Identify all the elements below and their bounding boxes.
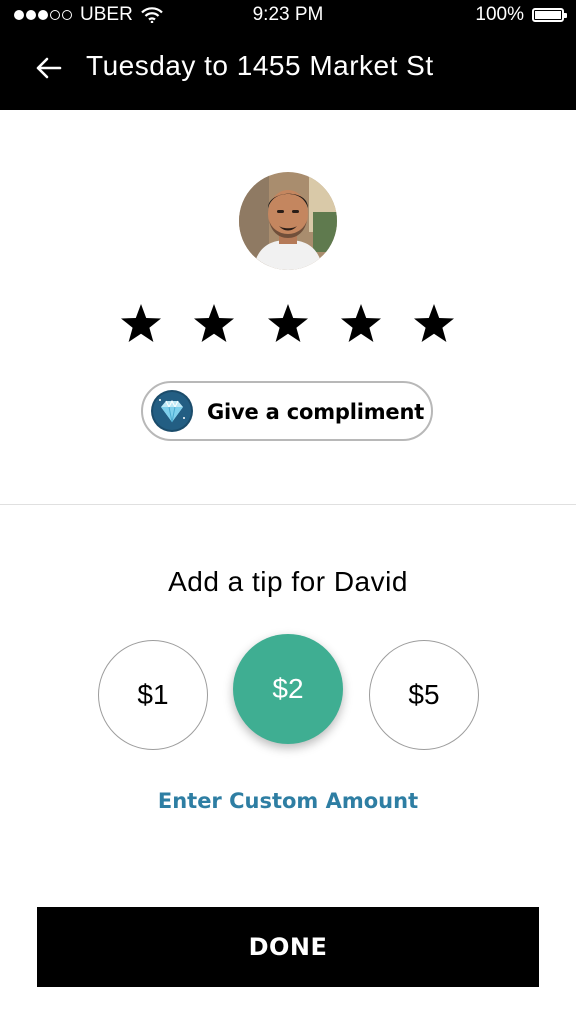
section-divider: [0, 504, 576, 505]
rating-stars: [0, 302, 576, 352]
give-compliment-button[interactable]: Give a compliment: [141, 381, 433, 441]
tip-option-1[interactable]: $1: [98, 640, 208, 750]
battery-percent: 100%: [475, 4, 524, 25]
star-icon[interactable]: [339, 302, 383, 346]
star-icon[interactable]: [412, 302, 456, 346]
navigation-bar: Tuesday to 1455 Market St: [0, 40, 576, 96]
top-bar: UBER 9:23 PM 100% Tuesday to 1455 Market…: [0, 0, 576, 110]
driver-avatar: [239, 172, 337, 270]
tip-option-5[interactable]: $5: [369, 640, 479, 750]
status-bar: UBER 9:23 PM 100%: [0, 0, 576, 30]
arrow-left-icon: [36, 57, 62, 79]
done-button[interactable]: DONE: [37, 907, 539, 987]
diamond-icon: [151, 390, 193, 432]
page-title: Tuesday to 1455 Market St: [86, 50, 434, 81]
star-icon[interactable]: [192, 302, 236, 346]
enter-custom-amount-link[interactable]: Enter Custom Amount: [0, 789, 576, 813]
star-icon[interactable]: [119, 302, 163, 346]
battery-area: 100%: [475, 4, 567, 26]
back-button[interactable]: [30, 52, 66, 84]
tip-option-2-selected[interactable]: $2: [233, 634, 343, 744]
star-icon[interactable]: [266, 302, 310, 346]
battery-icon: [532, 8, 567, 22]
tip-heading: Add a tip for David: [168, 566, 408, 597]
compliment-label: Give a compliment: [207, 400, 425, 424]
